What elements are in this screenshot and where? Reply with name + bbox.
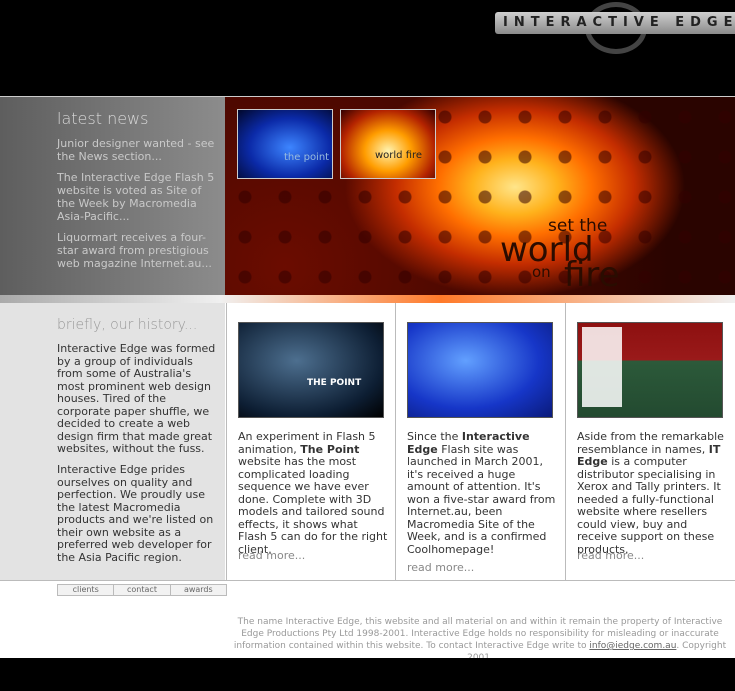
- copyright-notice: The name Interactive Edge, this website …: [233, 617, 727, 663]
- news-item[interactable]: The Interactive Edge Flash 5 website is …: [57, 171, 217, 223]
- footer-nav: clients contact awards: [57, 584, 227, 596]
- nav-clients[interactable]: clients: [58, 585, 113, 595]
- read-more-link[interactable]: read more...: [238, 549, 305, 562]
- news-item[interactable]: Liquormart receives a four-star award fr…: [57, 231, 217, 270]
- feature-text: Since the Interactive Edge Flash site wa…: [407, 430, 556, 556]
- screenshot-icon: [582, 327, 622, 407]
- news-title: latest news: [57, 109, 149, 128]
- history-paragraph: Interactive Edge prides ourselves on qua…: [57, 463, 214, 564]
- read-more-link[interactable]: read more...: [407, 561, 474, 574]
- feature-text: An experiment in Flash 5 animation, The …: [238, 430, 388, 556]
- logo-text: INTERACTIVE EDGE: [503, 15, 735, 30]
- hero-thumb-fire[interactable]: world fire: [340, 109, 436, 179]
- feature-interactive-edge: Since the Interactive Edge Flash site wa…: [395, 303, 565, 580]
- history-title: briefly, our history...: [57, 317, 198, 333]
- top-banner: INTERACTIVE EDGE: [0, 0, 735, 96]
- feature-the-point: THE POINT An experiment in Flash 5 anima…: [226, 303, 395, 580]
- read-more-link[interactable]: read more...: [577, 549, 644, 562]
- thumb-label: the point: [284, 152, 330, 163]
- history-paragraph: Interactive Edge was formed by a group o…: [57, 342, 216, 455]
- interactive-edge-image[interactable]: [407, 322, 553, 418]
- divider: [0, 580, 735, 581]
- section-separator: [0, 295, 735, 303]
- bottom-bar: [0, 658, 735, 691]
- image-label: THE POINT: [307, 378, 362, 388]
- nav-awards[interactable]: awards: [169, 585, 226, 595]
- hero-thumb-point[interactable]: the point: [237, 109, 333, 179]
- thumb-label: world fire: [375, 150, 423, 161]
- slogan-line: fire: [564, 255, 620, 295]
- email-link[interactable]: info@iedge.com.au: [589, 641, 676, 651]
- latest-news-panel: latest news Junior designer wanted - see…: [0, 97, 225, 295]
- hero-banner: the point world fire set the world on fi…: [225, 97, 735, 295]
- slogan-line: on: [532, 263, 551, 281]
- history-panel: briefly, our history... Interactive Edge…: [0, 303, 225, 580]
- it-edge-image[interactable]: [577, 322, 723, 418]
- nav-contact[interactable]: contact: [113, 585, 169, 595]
- news-item[interactable]: Junior designer wanted - see the News se…: [57, 137, 217, 163]
- feature-text: Aside from the remarkable resemblance in…: [577, 430, 724, 556]
- feature-it-edge: Aside from the remarkable resemblance in…: [565, 303, 735, 580]
- the-point-image[interactable]: THE POINT: [238, 322, 384, 418]
- logo[interactable]: INTERACTIVE EDGE: [495, 12, 735, 34]
